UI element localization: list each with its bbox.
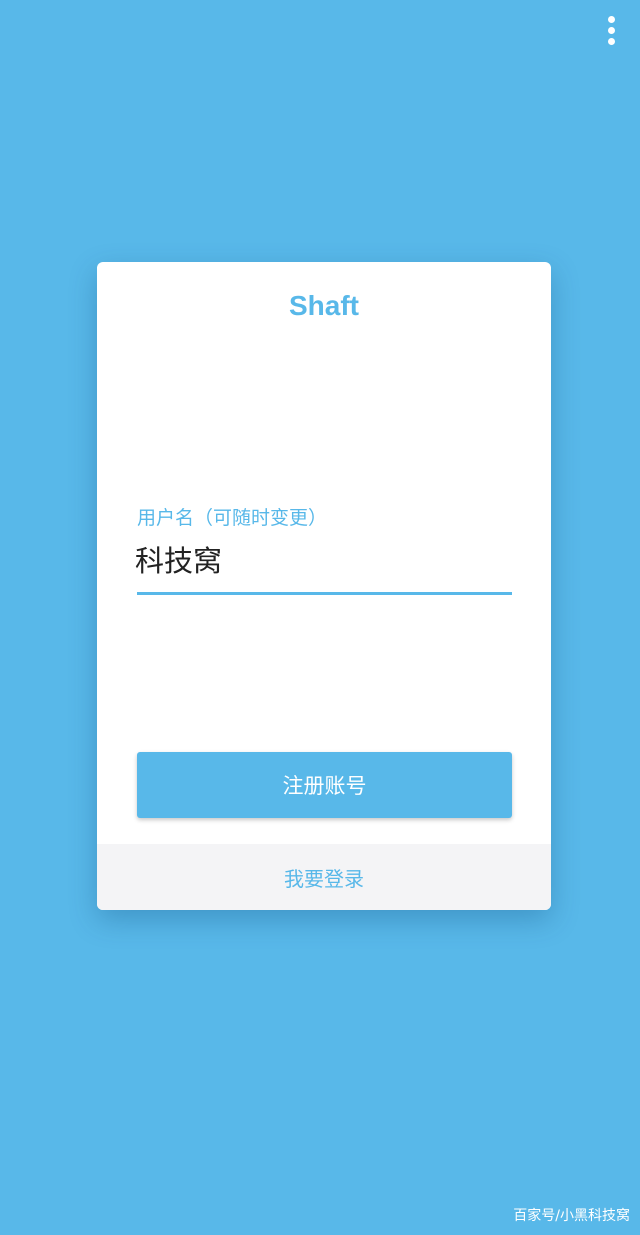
app-title: Shaft [289, 290, 359, 321]
register-card: Shaft 用户名（可随时变更） 注册账号 我要登录 [97, 262, 551, 910]
login-link[interactable]: 我要登录 [284, 863, 364, 892]
menu-dot [608, 27, 615, 34]
username-label: 用户名（可随时变更） [137, 507, 328, 529]
menu-dot [608, 38, 615, 45]
more-vert-icon[interactable] [596, 12, 628, 48]
menu-dot [608, 16, 615, 23]
username-input[interactable] [135, 536, 511, 582]
username-underline [137, 592, 512, 595]
login-bar[interactable]: 我要登录 [97, 844, 551, 910]
watermark: 百家号/小黑科技窝 [513, 1208, 630, 1224]
register-button[interactable]: 注册账号 [137, 752, 512, 818]
